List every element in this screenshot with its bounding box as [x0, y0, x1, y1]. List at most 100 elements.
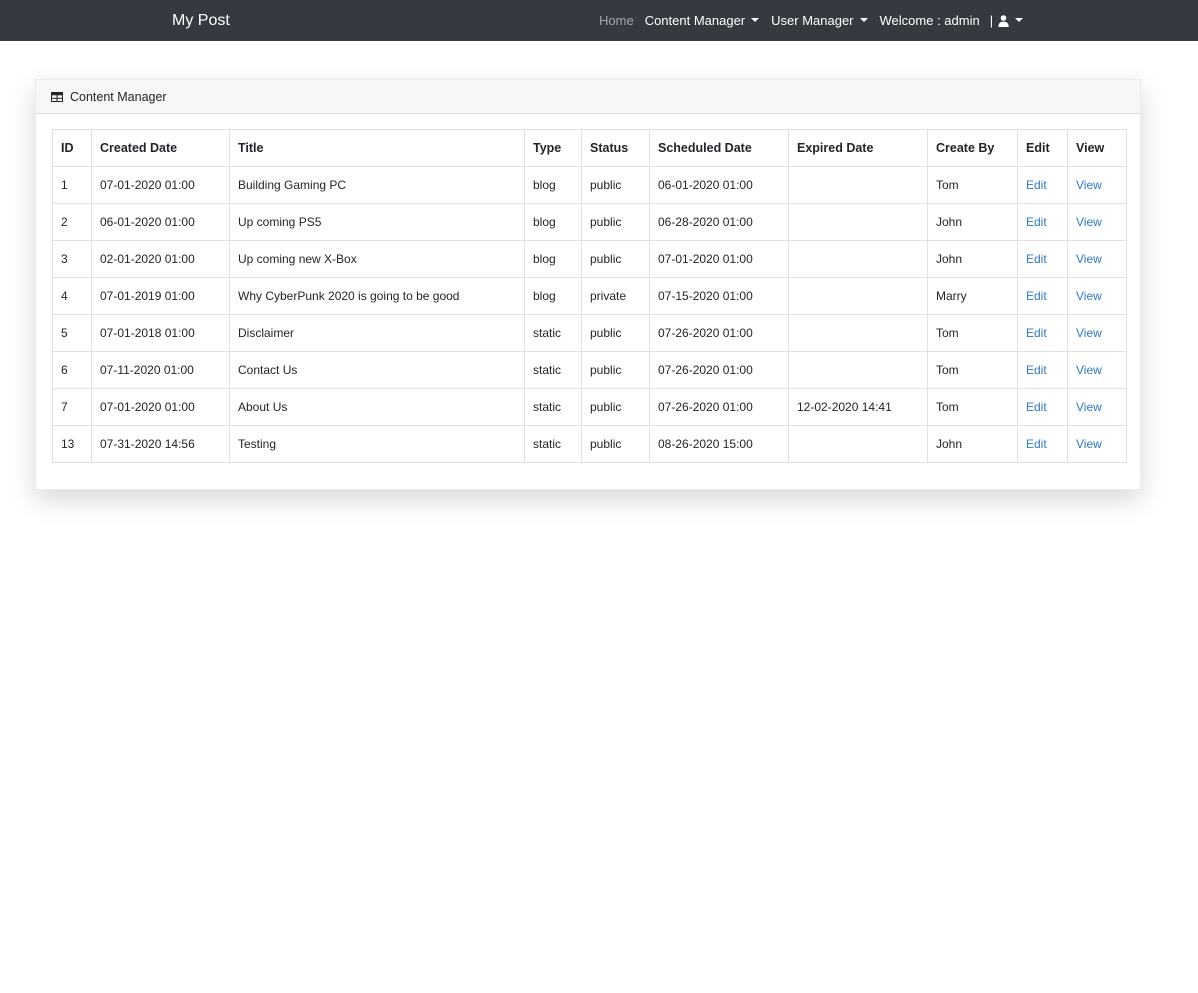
column-header-edit: Edit	[1017, 129, 1068, 167]
column-header-create-by: Create By	[927, 129, 1018, 167]
cell-status: public	[581, 166, 650, 204]
nav-user-manager-dropdown[interactable]: User Manager	[771, 13, 868, 28]
cell-id: 2	[52, 203, 92, 241]
view-link[interactable]: View	[1076, 178, 1102, 192]
cell-edit: Edit	[1017, 277, 1068, 315]
table-row: 2 06-01-2020 01:00 Up coming PS5 blog pu…	[52, 203, 1127, 241]
content-manager-card: Content Manager ID Created Date Title Ty…	[35, 79, 1141, 490]
card-title: Content Manager	[70, 89, 167, 104]
table-row: 5 07-01-2018 01:00 Disclaimer static pub…	[52, 314, 1127, 352]
cell-expired-date	[788, 314, 928, 352]
cell-status: public	[581, 314, 650, 352]
card-header: Content Manager	[36, 80, 1140, 114]
cell-status: public	[581, 351, 650, 389]
cell-view: View	[1067, 166, 1127, 204]
column-header-status: Status	[581, 129, 650, 167]
cell-title: About Us	[229, 388, 525, 426]
cell-type: static	[524, 388, 582, 426]
view-link[interactable]: View	[1076, 326, 1102, 340]
cell-created-date: 07-01-2019 01:00	[91, 277, 230, 315]
table-icon	[51, 91, 63, 102]
cell-id: 4	[52, 277, 92, 315]
nav-home-link[interactable]: Home	[599, 13, 634, 28]
cell-view: View	[1067, 425, 1127, 463]
cell-title: Up coming PS5	[229, 203, 525, 241]
card-body: ID Created Date Title Type Status Schedu…	[36, 114, 1140, 463]
cell-view: View	[1067, 351, 1127, 389]
cell-status: public	[581, 203, 650, 241]
cell-status: public	[581, 240, 650, 278]
table-row: 6 07-11-2020 01:00 Contact Us static pub…	[52, 351, 1127, 389]
cell-type: blog	[524, 277, 582, 315]
cell-create-by: Tom	[927, 314, 1018, 352]
cell-type: static	[524, 351, 582, 389]
cell-type: blog	[524, 203, 582, 241]
cell-created-date: 07-11-2020 01:00	[91, 351, 230, 389]
table-row: 1 07-01-2020 01:00 Building Gaming PC bl…	[52, 166, 1127, 204]
cell-scheduled-date: 07-15-2020 01:00	[649, 277, 789, 315]
cell-title: Building Gaming PC	[229, 166, 525, 204]
cell-expired-date	[788, 203, 928, 241]
column-header-expired-date: Expired Date	[788, 129, 928, 167]
view-link[interactable]: View	[1076, 252, 1102, 266]
navbar-menu: Home Content Manager User Manager Welcom…	[599, 0, 1024, 41]
column-header-id: ID	[52, 129, 92, 167]
top-navbar: My Post Home Content Manager User Manage…	[0, 0, 1198, 41]
cell-scheduled-date: 06-28-2020 01:00	[649, 203, 789, 241]
view-link[interactable]: View	[1076, 215, 1102, 229]
cell-edit: Edit	[1017, 203, 1068, 241]
cell-id: 5	[52, 314, 92, 352]
cell-title: Contact Us	[229, 351, 525, 389]
view-link[interactable]: View	[1076, 400, 1102, 414]
cell-status: private	[581, 277, 650, 315]
cell-view: View	[1067, 388, 1127, 426]
cell-create-by: Tom	[927, 388, 1018, 426]
cell-id: 7	[52, 388, 92, 426]
cell-id: 3	[52, 240, 92, 278]
cell-edit: Edit	[1017, 240, 1068, 278]
cell-edit: Edit	[1017, 351, 1068, 389]
column-header-type: Type	[524, 129, 582, 167]
cell-create-by: John	[927, 203, 1018, 241]
cell-id: 13	[52, 425, 92, 463]
user-icon	[998, 14, 1009, 27]
column-header-scheduled-date: Scheduled Date	[649, 129, 789, 167]
caret-down-icon	[859, 17, 868, 22]
edit-link[interactable]: Edit	[1026, 178, 1047, 192]
table-row: 7 07-01-2020 01:00 About Us static publi…	[52, 388, 1127, 426]
cell-edit: Edit	[1017, 314, 1068, 352]
brand-link[interactable]: My Post	[172, 0, 230, 41]
edit-link[interactable]: Edit	[1026, 437, 1047, 451]
cell-created-date: 07-31-2020 14:56	[91, 425, 230, 463]
caret-down-icon	[1015, 17, 1024, 22]
cell-type: blog	[524, 240, 582, 278]
user-menu-dropdown[interactable]	[998, 14, 1024, 27]
view-link[interactable]: View	[1076, 289, 1102, 303]
cell-expired-date	[788, 240, 928, 278]
cell-scheduled-date: 07-26-2020 01:00	[649, 314, 789, 352]
view-link[interactable]: View	[1076, 437, 1102, 451]
cell-type: blog	[524, 166, 582, 204]
cell-expired-date	[788, 425, 928, 463]
cell-id: 1	[52, 166, 92, 204]
nav-content-manager-label: Content Manager	[644, 13, 746, 28]
cell-create-by: Tom	[927, 166, 1018, 204]
content-table: ID Created Date Title Type Status Schedu…	[52, 129, 1127, 463]
cell-type: static	[524, 314, 582, 352]
view-link[interactable]: View	[1076, 363, 1102, 377]
cell-expired-date: 12-02-2020 14:41	[788, 388, 928, 426]
cell-id: 6	[52, 351, 92, 389]
column-header-title: Title	[229, 129, 525, 167]
nav-content-manager-dropdown[interactable]: Content Manager	[644, 13, 760, 28]
cell-title: Why CyberPunk 2020 is going to be good	[229, 277, 525, 315]
edit-link[interactable]: Edit	[1026, 363, 1047, 377]
edit-link[interactable]: Edit	[1026, 326, 1047, 340]
edit-link[interactable]: Edit	[1026, 252, 1047, 266]
edit-link[interactable]: Edit	[1026, 215, 1047, 229]
edit-link[interactable]: Edit	[1026, 289, 1047, 303]
welcome-text: Welcome : admin	[879, 13, 980, 28]
table-row: 3 02-01-2020 01:00 Up coming new X-Box b…	[52, 240, 1127, 278]
cell-expired-date	[788, 166, 928, 204]
edit-link[interactable]: Edit	[1026, 400, 1047, 414]
cell-edit: Edit	[1017, 425, 1068, 463]
